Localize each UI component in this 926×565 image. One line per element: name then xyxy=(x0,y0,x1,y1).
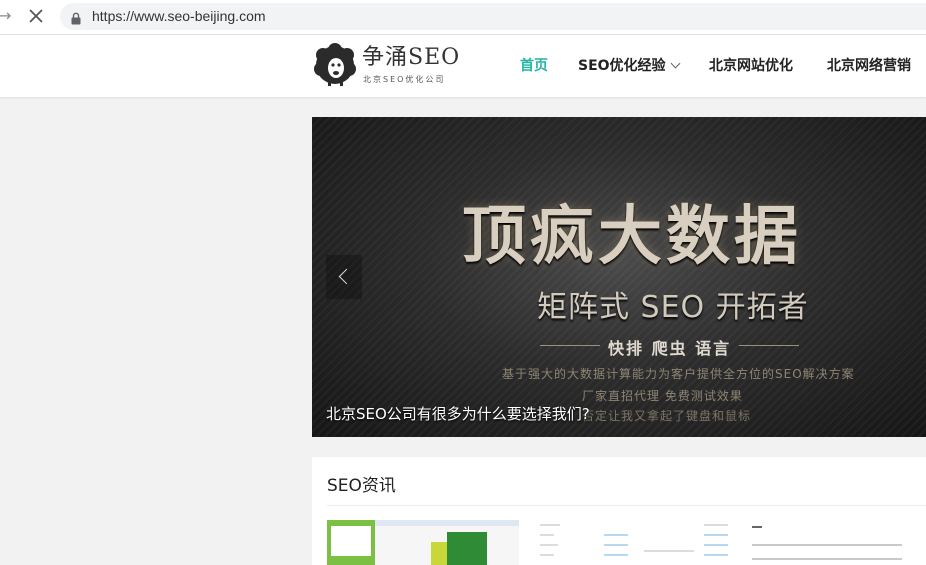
thumb-line xyxy=(540,554,554,556)
thumb-line xyxy=(704,534,728,536)
news-thumbnail[interactable] xyxy=(534,520,734,565)
banner-caption[interactable]: 北京SEO公司有很多为什么要选择我们? xyxy=(326,403,590,424)
nav-item-beijing-site-optimization[interactable]: 北京网站优化 xyxy=(709,57,793,75)
thumb-product-box xyxy=(447,532,487,565)
nav-item-home[interactable]: 首页 xyxy=(520,57,548,75)
banner-description-3: 否定让我又拿起了键盘和鼠标 xyxy=(582,409,752,423)
chevron-down-icon xyxy=(670,58,681,69)
nav-item-seo-experience[interactable]: SEO优化经验 xyxy=(578,57,681,75)
banner-headline: 顶疯大数据 xyxy=(462,200,802,274)
browser-toolbar: → https://www.seo-beijing.com xyxy=(0,0,926,35)
thumb-panel xyxy=(331,526,371,556)
thumb-line xyxy=(604,534,628,536)
banner-description: 基于强大的大数据计算能力为客户提供全方位的SEO解决方案 xyxy=(502,367,855,381)
banner-subheadline: 矩阵式 SEO 开拓者 xyxy=(537,290,809,325)
thumb-line xyxy=(752,526,762,528)
arrow-right-icon[interactable]: → xyxy=(0,6,14,26)
thumb-line xyxy=(752,544,902,546)
thumb-line xyxy=(540,544,558,546)
thumb-toolbar xyxy=(375,520,519,526)
thumb-line xyxy=(540,524,560,526)
logo-subtitle: 北京SEO优化公司 xyxy=(363,75,446,84)
thumb-line xyxy=(704,524,728,526)
thumb-line xyxy=(540,534,554,536)
site-logo[interactable]: 争涌SEO 北京SEO优化公司 xyxy=(313,41,463,89)
close-icon[interactable] xyxy=(26,6,46,26)
url-text: https://www.seo-beijing.com xyxy=(92,8,266,24)
sheep-logo-icon xyxy=(314,43,356,86)
banner-description-2: 厂家直招代理 免费测试效果 xyxy=(582,389,743,403)
lock-icon xyxy=(70,10,82,25)
thumb-box xyxy=(431,542,447,565)
news-section: SEO资讯 xyxy=(312,457,926,565)
thumb-line xyxy=(644,550,694,552)
chevron-left-icon[interactable] xyxy=(326,255,362,299)
nav-item-label: SEO优化经验 xyxy=(578,58,666,74)
banner-tags: 快排 爬虫 语言 xyxy=(539,335,800,359)
section-divider xyxy=(327,505,926,506)
site-header: 争涌SEO 北京SEO优化公司 首页 SEO优化经验 北京网站优化 北京网络营销 xyxy=(0,35,926,97)
logo-title: 争涌SEO xyxy=(362,45,461,70)
news-thumbnail[interactable] xyxy=(327,520,519,565)
nav-item-beijing-marketing[interactable]: 北京网络营销 xyxy=(827,57,911,75)
news-thumbnail[interactable] xyxy=(748,520,926,565)
thumb-line xyxy=(604,554,628,556)
thumb-line xyxy=(704,554,728,556)
thumb-line xyxy=(604,544,628,546)
thumb-line xyxy=(752,558,902,560)
banner-slider[interactable]: 顶疯大数据 矩阵式 SEO 开拓者 快排 爬虫 语言 基于强大的大数据计算能力为… xyxy=(312,117,926,437)
address-bar[interactable]: https://www.seo-beijing.com xyxy=(60,3,926,30)
thumb-line xyxy=(704,544,728,546)
section-title: SEO资讯 xyxy=(327,476,396,496)
